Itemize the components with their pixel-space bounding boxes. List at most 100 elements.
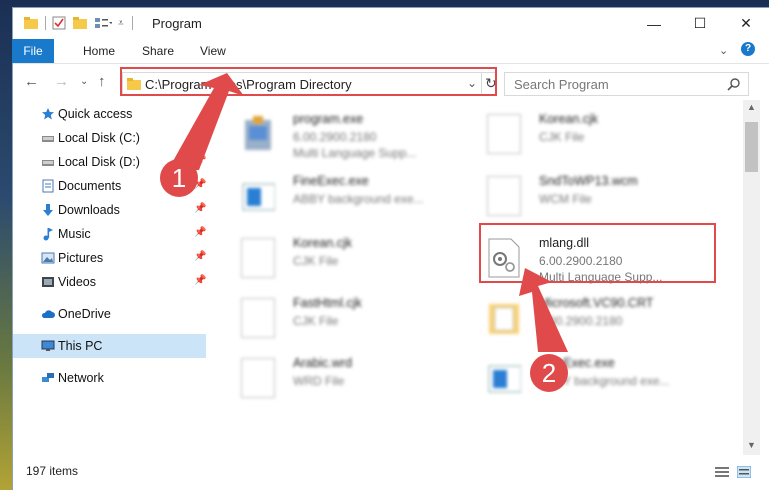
file-name: FastHtml.cjk [293, 296, 362, 310]
music-icon [43, 228, 53, 241]
videos-icon [42, 277, 54, 287]
list-item[interactable]: program.exe 6.00.2900.2180 Multi Languag… [237, 108, 477, 164]
expand-ribbon-icon[interactable]: ⌄ [719, 44, 728, 57]
exe-icon [488, 365, 521, 393]
list-item[interactable]: Korean.cjk CJK File [237, 232, 477, 288]
cloud-icon [41, 310, 55, 318]
window-title: Program [152, 16, 202, 31]
file-icon [241, 298, 275, 338]
forward-arrow-icon[interactable]: → [54, 73, 69, 90]
list-item[interactable]: Microsoft.VC90.CRT 6.00.2900.2180 [483, 292, 723, 348]
step-2-badge: 2 [530, 354, 568, 392]
pictures-icon [41, 252, 55, 264]
file-name: SndToWP13.wcm [539, 174, 638, 188]
sidebar-item-downloads[interactable]: Downloads 📌 [13, 198, 206, 222]
file-detail: WRD File [293, 374, 345, 388]
file-detail: CJK File [539, 130, 585, 144]
sidebar-item-label: Documents [58, 179, 122, 193]
help-icon[interactable]: ? [741, 42, 755, 56]
file-name: Arabic.wrd [293, 356, 353, 370]
sidebar-item-videos[interactable]: Videos 📌 [13, 270, 206, 294]
navigation-pane: Quick access Local Disk (C:) Local Disk … [13, 100, 208, 455]
sidebar-item-local-disk-c[interactable]: Local Disk (C:) [13, 126, 206, 150]
step-1-badge: 1 [160, 159, 198, 197]
view-options-icon[interactable] [94, 16, 112, 30]
up-arrow-icon[interactable]: ↑ [98, 73, 106, 90]
folder-icon [489, 304, 519, 334]
drive-icon [42, 136, 54, 142]
tab-file[interactable]: File [12, 39, 54, 63]
sidebar-item-label: Local Disk (C:) [58, 131, 140, 145]
file-detail: Multi Language Supp... [293, 146, 417, 160]
pin-icon[interactable]: 📌 [194, 251, 206, 262]
scroll-up-icon[interactable]: ▲ [747, 102, 756, 112]
file-icon [241, 238, 275, 278]
sidebar-item-label: Pictures [58, 251, 104, 265]
pin-icon[interactable]: 📌 [194, 203, 206, 214]
tab-view[interactable]: View [200, 39, 226, 63]
properties-icon[interactable] [52, 16, 66, 30]
ribbon-tabs: File Home Share View ⌄ ? [12, 39, 769, 64]
sidebar-item-onedrive[interactable]: OneDrive [13, 302, 206, 326]
sidebar-item-label: This PC [58, 339, 103, 353]
file-icon [487, 176, 521, 216]
search-box[interactable]: Search Program [504, 72, 749, 96]
scrollbar-thumb[interactable] [745, 122, 758, 172]
file-name: Korean.cjk [293, 236, 353, 250]
list-item[interactable]: Korean.cjk CJK File [483, 108, 723, 164]
scroll-down-icon[interactable]: ▼ [747, 440, 756, 450]
back-arrow-icon[interactable]: ← [24, 73, 39, 90]
sidebar-item-label: Quick access [58, 107, 133, 121]
file-name: Korean.cjk [539, 112, 599, 126]
download-icon [43, 204, 53, 216]
file-detail: 6.00.2900.2180 [539, 314, 623, 328]
new-folder-icon[interactable] [72, 16, 88, 30]
sidebar-item-label: Local Disk (D:) [58, 155, 140, 169]
tab-share[interactable]: Share [142, 39, 174, 63]
tab-home[interactable]: Home [83, 39, 115, 63]
sidebar-item-label: Network [58, 371, 104, 385]
file-detail: CJK File [293, 254, 339, 268]
close-button[interactable]: ✕ [723, 8, 769, 39]
tiles-view-icon[interactable] [737, 466, 751, 478]
minimize-button[interactable]: — [631, 8, 677, 39]
sidebar-item-label: Videos [58, 275, 96, 289]
list-item[interactable]: FineExec.exe ABBY background exe... [483, 352, 723, 408]
list-item[interactable]: SndToWP13.wcm WCM File [483, 170, 723, 226]
list-item[interactable]: FineExec.exe ABBY background exe... [237, 170, 477, 226]
pin-icon[interactable]: 📌 [194, 275, 206, 286]
search-icon[interactable] [727, 77, 741, 91]
sidebar-item-this-pc[interactable]: This PC [13, 334, 206, 358]
customize-toolbar-icon[interactable]: ⩡ [118, 18, 124, 29]
sidebar-item-label: Music [58, 227, 91, 241]
drive-icon [42, 160, 54, 166]
sidebar-item-label: Downloads [58, 203, 120, 217]
pin-icon[interactable]: 📌 [194, 155, 206, 166]
sidebar-item-music[interactable]: Music 📌 [13, 222, 206, 246]
vertical-scrollbar[interactable]: ▲ ▼ [743, 100, 760, 455]
quick-access-toolbar: ⩡ [23, 14, 133, 32]
documents-icon [42, 179, 54, 193]
sidebar-item-label: OneDrive [58, 307, 111, 321]
file-detail: ABBY background exe... [293, 192, 424, 206]
pin-icon[interactable]: 📌 [194, 227, 206, 238]
file-icon [487, 114, 521, 154]
file-detail: 6.00.2900.2180 [293, 130, 377, 144]
file-icon [241, 358, 275, 398]
network-icon [42, 373, 54, 382]
divider [131, 16, 133, 30]
divider [45, 16, 46, 30]
sidebar-item-pictures[interactable]: Pictures 📌 [13, 246, 206, 270]
details-view-icon[interactable] [715, 466, 729, 478]
file-highlight-box [479, 223, 716, 283]
exe-icon [242, 183, 275, 211]
list-item[interactable]: FastHtml.cjk CJK File [237, 292, 477, 348]
recent-locations-icon[interactable]: ⌄ [80, 76, 88, 87]
monitor-icon [41, 340, 55, 351]
sidebar-item-network[interactable]: Network [13, 366, 206, 390]
search-input[interactable]: Search Program [514, 77, 609, 92]
list-item[interactable]: Arabic.wrd WRD File [237, 352, 477, 408]
sidebar-item-quick-access[interactable]: Quick access [13, 102, 206, 126]
maximize-button[interactable]: ☐ [677, 8, 723, 39]
address-highlight-box [120, 67, 497, 96]
